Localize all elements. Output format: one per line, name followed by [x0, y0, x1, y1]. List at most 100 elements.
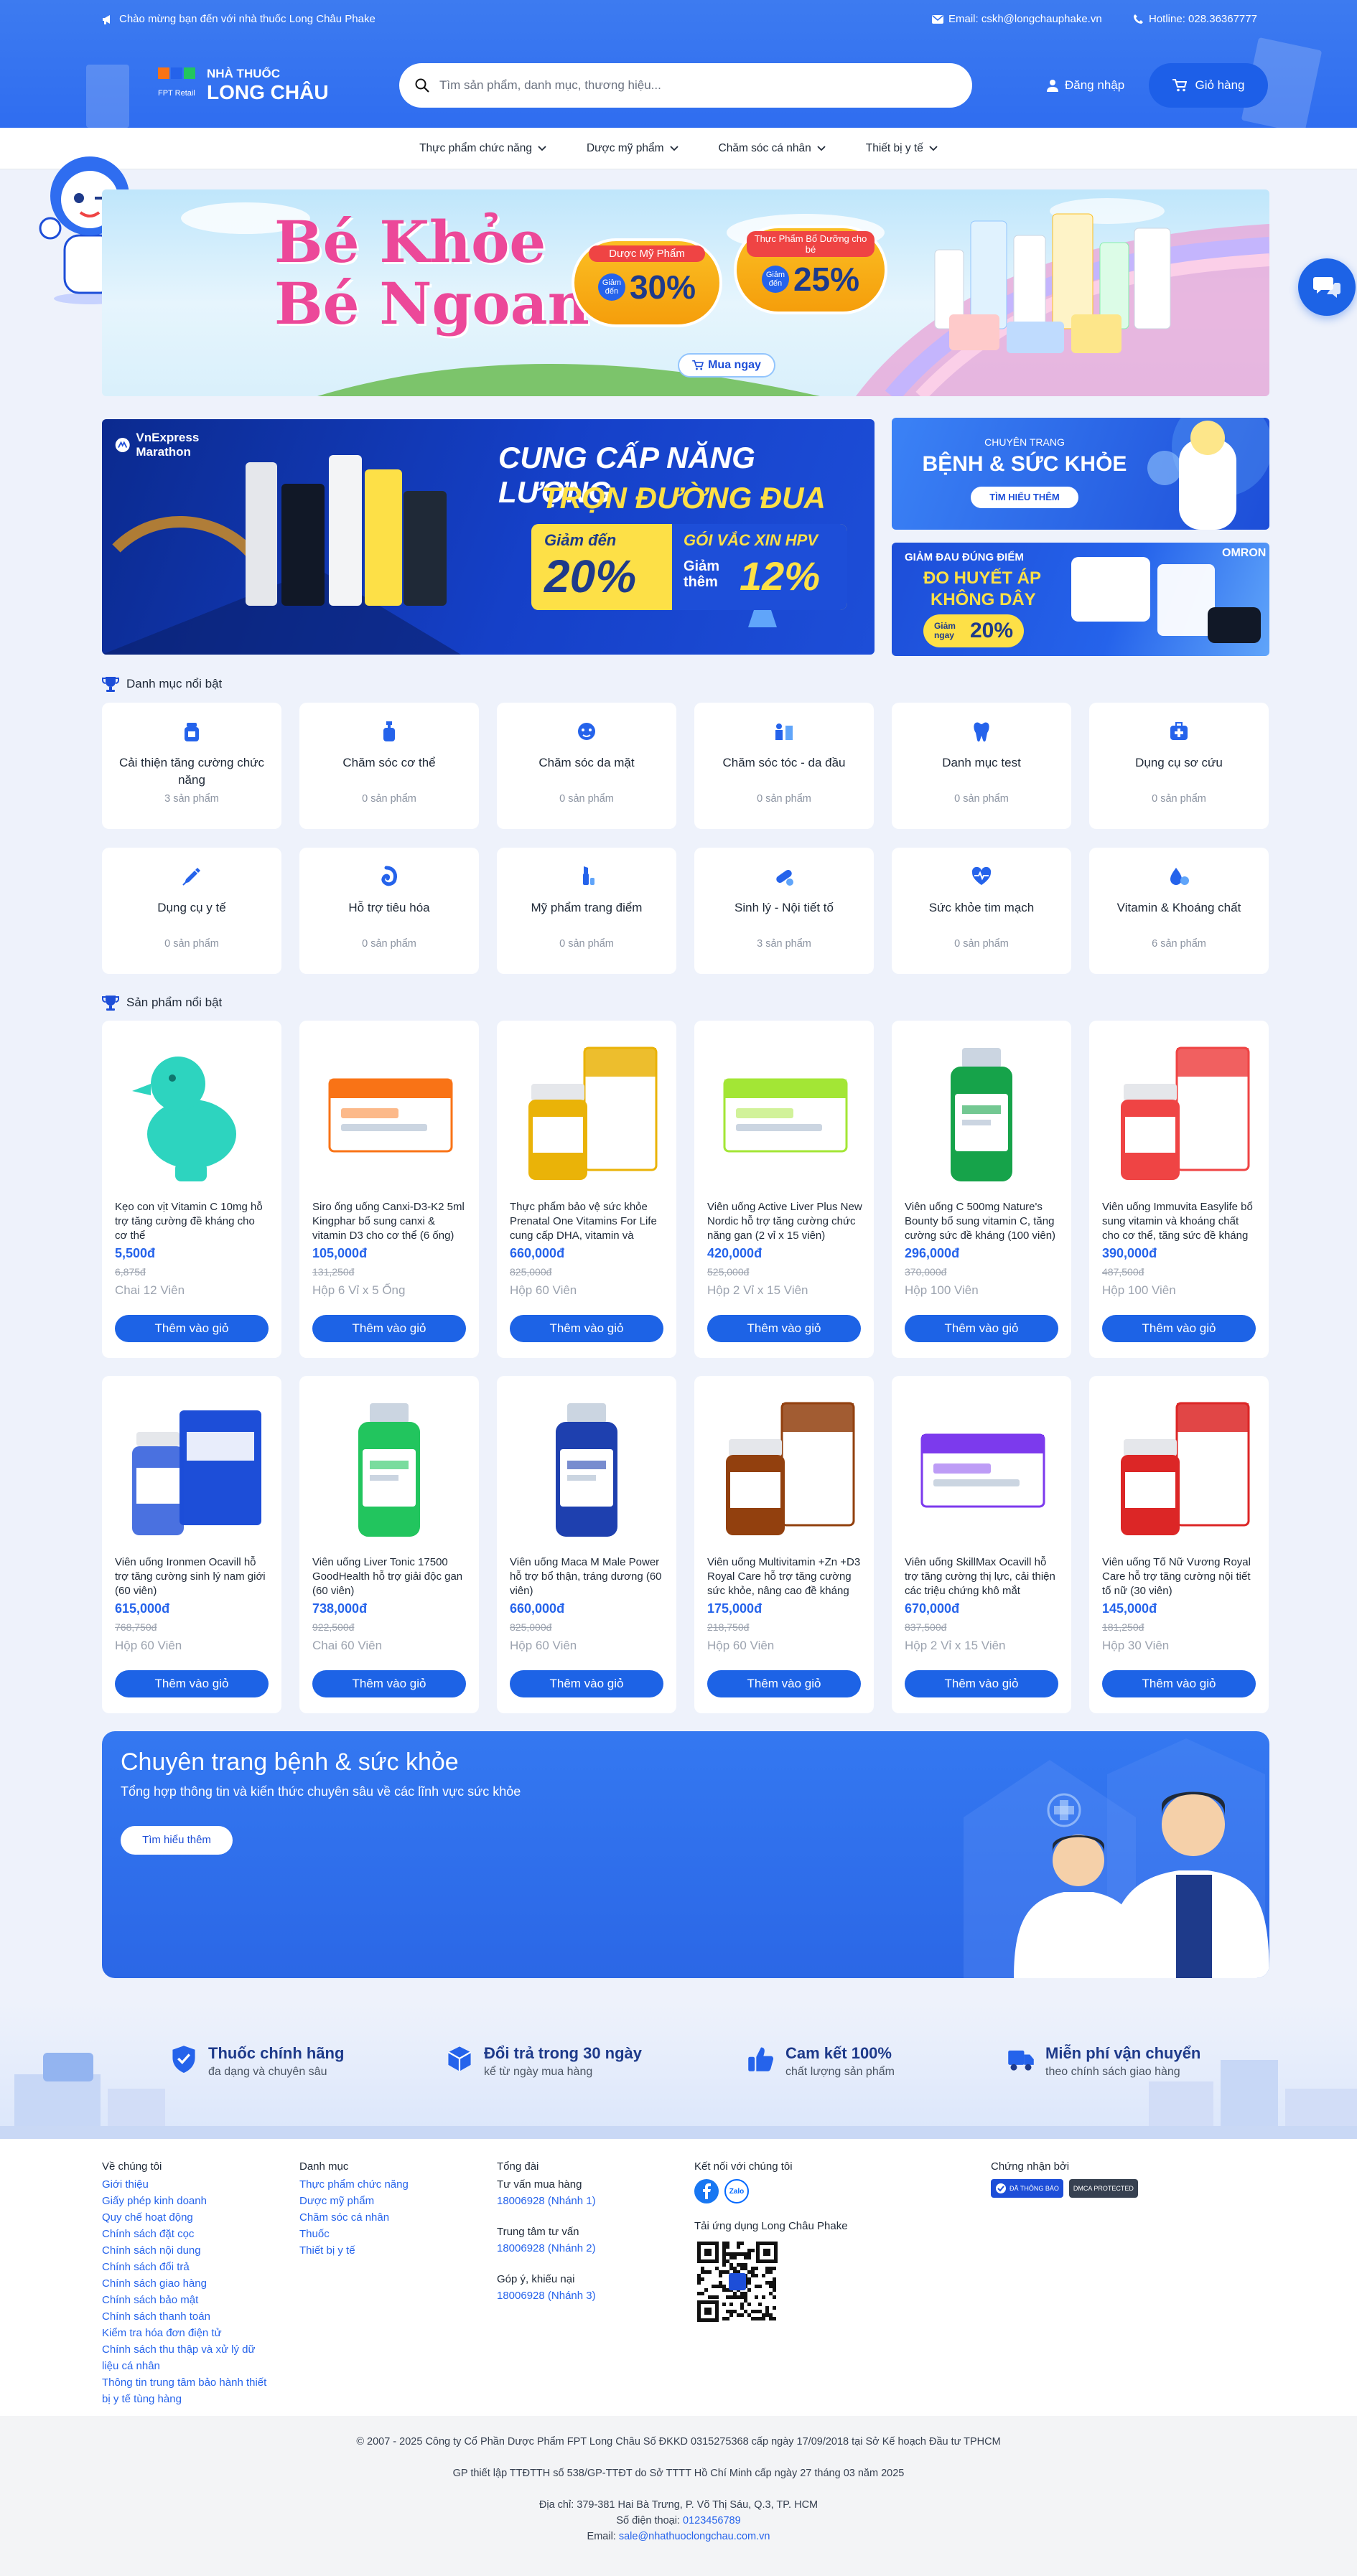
product-image[interactable]	[510, 1389, 663, 1542]
product-card[interactable]: Viên uống SkillMax Ocavill hỗ trợ tăng c…	[892, 1376, 1071, 1713]
product-image[interactable]	[115, 1389, 269, 1542]
hero-cta-button[interactable]: Mua ngay	[678, 353, 775, 378]
marathon-promo-banner[interactable]: VnExpress Marathon CUNG CẤP NĂNG LƯỢNG T…	[102, 419, 875, 655]
nav-item-medical-devices[interactable]: Thiết bị y tế	[866, 142, 938, 155]
hotline-number[interactable]: 18006928 (Nhánh 2)	[497, 2240, 655, 2257]
footer-category-link[interactable]: Thiết bị y tế	[299, 2242, 457, 2259]
product-name[interactable]: Viên uống C 500mg Nature's Bounty bổ sun…	[905, 1200, 1060, 1243]
add-to-cart-button[interactable]: Thêm vào giỏ	[510, 1670, 663, 1697]
cart-button[interactable]: Giỏ hàng	[1149, 63, 1268, 108]
phone-link[interactable]: 0123456789	[683, 2515, 741, 2526]
add-to-cart-button[interactable]: Thêm vào giỏ	[115, 1670, 269, 1697]
footer-category-link[interactable]: Dược mỹ phẩm	[299, 2193, 457, 2209]
product-name[interactable]: Viên uống Ironmen Ocavill hỗ trợ tăng cư…	[115, 1555, 270, 1598]
nav-item-supplements[interactable]: Thực phẩm chức năng	[419, 142, 546, 155]
add-to-cart-button[interactable]: Thêm vào giỏ	[905, 1315, 1058, 1342]
category-card[interactable]: Dụng cụ y tế 0 sản phẩm	[102, 848, 281, 974]
product-image[interactable]	[707, 1389, 861, 1542]
product-card[interactable]: Viên uống Multivitamin +Zn +D3 Royal Car…	[694, 1376, 874, 1713]
add-to-cart-button[interactable]: Thêm vào giỏ	[707, 1315, 861, 1342]
product-name[interactable]: Viên uống Liver Tonic 17500 GoodHealth h…	[312, 1555, 467, 1598]
product-name[interactable]: Viên uống SkillMax Ocavill hỗ trợ tăng c…	[905, 1555, 1060, 1598]
add-to-cart-button[interactable]: Thêm vào giỏ	[510, 1315, 663, 1342]
product-card[interactable]: Kẹo con vịt Vitamin C 10mg hỗ trợ tăng c…	[102, 1021, 281, 1358]
search-input[interactable]	[439, 78, 956, 93]
add-to-cart-button[interactable]: Thêm vào giỏ	[115, 1315, 269, 1342]
product-image[interactable]	[510, 1034, 663, 1187]
footer-about-link[interactable]: Chính sách giao hàng	[102, 2275, 274, 2292]
login-button[interactable]: Đăng nhập	[1047, 70, 1124, 100]
product-card[interactable]: Viên uống Active Liver Plus New Nordic h…	[694, 1021, 874, 1358]
footer-about-link[interactable]: Kiểm tra hóa đơn điện tử	[102, 2325, 274, 2341]
add-to-cart-button[interactable]: Thêm vào giỏ	[1102, 1315, 1256, 1342]
hotline[interactable]: Hotline: 028.36367777	[1149, 13, 1257, 25]
health-portal-cta[interactable]: TÌM HIỂU THÊM	[971, 487, 1078, 508]
footer-about-link[interactable]: Giới thiệu	[102, 2176, 274, 2193]
category-card[interactable]: Dụng cụ sơ cứu 0 sản phẩm	[1089, 703, 1269, 829]
product-name[interactable]: Siro ống uống Canxi-D3-K2 5ml Kingphar b…	[312, 1200, 467, 1243]
category-card[interactable]: Sinh lý - Nội tiết tố 3 sản phẩm	[694, 848, 874, 974]
product-name[interactable]: Viên uống Maca M Male Power hỗ trợ bổ th…	[510, 1555, 665, 1598]
add-to-cart-button[interactable]: Thêm vào giỏ	[1102, 1670, 1256, 1697]
add-to-cart-button[interactable]: Thêm vào giỏ	[905, 1670, 1058, 1697]
omron-promo-banner[interactable]: GIẢM ĐAU ĐÚNG ĐIỂM ĐO HUYẾT ÁP KHÔNG DÂY…	[892, 543, 1269, 656]
product-image[interactable]	[1102, 1034, 1256, 1187]
health-portal-banner[interactable]: CHUYÊN TRANG BỆNH & SỨC KHỎE TÌM HIỂU TH…	[892, 418, 1269, 530]
category-card[interactable]: Sức khỏe tim mạch 0 sản phẩm	[892, 848, 1071, 974]
footer-about-link[interactable]: Chính sách đổi trả	[102, 2259, 274, 2275]
footer-category-link[interactable]: Thực phẩm chức năng	[299, 2176, 457, 2193]
footer-about-link[interactable]: Chính sách bảo mật	[102, 2292, 274, 2308]
product-name[interactable]: Viên uống Tố Nữ Vương Royal Care hỗ trợ …	[1102, 1555, 1257, 1598]
product-image[interactable]	[905, 1034, 1058, 1187]
footer-about-link[interactable]: Quy chế hoạt động	[102, 2209, 274, 2226]
product-card[interactable]: Thực phẩm bảo vệ sức khỏe Prenatal One V…	[497, 1021, 676, 1358]
nav-item-cosmeceuticals[interactable]: Dược mỹ phẩm	[587, 142, 678, 155]
product-name[interactable]: Kẹo con vịt Vitamin C 10mg hỗ trợ tăng c…	[115, 1200, 270, 1243]
hero-banner[interactable]: Bé Khỏe Bé Ngoan Dược Mỹ Phẩm Giảm đến 3…	[102, 189, 1269, 396]
product-image[interactable]	[707, 1034, 861, 1187]
product-name[interactable]: Viên uống Active Liver Plus New Nordic h…	[707, 1200, 862, 1243]
footer-about-link[interactable]: Chính sách đặt cọc	[102, 2226, 274, 2242]
footer-about-link[interactable]: Chính sách nội dung	[102, 2242, 274, 2259]
category-card[interactable]: Danh mục test 0 sản phẩm	[892, 703, 1071, 829]
product-name[interactable]: Thực phẩm bảo vệ sức khỏe Prenatal One V…	[510, 1200, 665, 1243]
category-card[interactable]: Chăm sóc tóc - da đầu 0 sản phẩm	[694, 703, 874, 829]
email-link[interactable]: sale@nhathuoclongchau.com.vn	[619, 2531, 770, 2542]
product-card[interactable]: Viên uống Maca M Male Power hỗ trợ bổ th…	[497, 1376, 676, 1713]
nav-item-personal-care[interactable]: Chăm sóc cá nhân	[719, 142, 826, 155]
footer-about-link[interactable]: Thông tin trung tâm bảo hành thiết bị y …	[102, 2374, 274, 2407]
add-to-cart-button[interactable]: Thêm vào giỏ	[312, 1315, 466, 1342]
product-image[interactable]	[1102, 1389, 1256, 1542]
zalo-icon[interactable]: Zalo	[724, 2179, 749, 2203]
product-card[interactable]: Viên uống Tố Nữ Vương Royal Care hỗ trợ …	[1089, 1376, 1269, 1713]
product-card[interactable]: Viên uống Liver Tonic 17500 GoodHealth h…	[299, 1376, 479, 1713]
product-card[interactable]: Siro ống uống Canxi-D3-K2 5ml Kingphar b…	[299, 1021, 479, 1358]
category-card[interactable]: Mỹ phẩm trang điểm 0 sản phẩm	[497, 848, 676, 974]
category-card[interactable]: Chăm sóc da mặt 0 sản phẩm	[497, 703, 676, 829]
product-name[interactable]: Viên uống Multivitamin +Zn +D3 Royal Car…	[707, 1555, 862, 1598]
dmca-badge[interactable]: DMCA PROTECTED	[1068, 2179, 1138, 2198]
category-card[interactable]: Vitamin & Khoáng chất 6 sản phẩm	[1089, 848, 1269, 974]
qr-code-image[interactable]	[694, 2239, 780, 2325]
category-card[interactable]: Chăm sóc cơ thể 0 sản phẩm	[299, 703, 479, 829]
add-to-cart-button[interactable]: Thêm vào giỏ	[707, 1670, 861, 1697]
product-image[interactable]	[905, 1389, 1058, 1542]
health-banner-cta[interactable]: Tìm hiểu thêm	[121, 1826, 233, 1855]
search-bar[interactable]	[399, 63, 972, 108]
product-image[interactable]	[312, 1389, 466, 1542]
search-icon[interactable]	[415, 78, 429, 93]
add-to-cart-button[interactable]: Thêm vào giỏ	[312, 1670, 466, 1697]
brand-logo[interactable]: FPT Retail NHÀ THUỐC LONG CHÂU	[158, 65, 329, 105]
footer-about-link[interactable]: Chính sách thanh toán	[102, 2308, 274, 2325]
footer-category-link[interactable]: Chăm sóc cá nhân	[299, 2209, 457, 2226]
product-name[interactable]: Viên uống Immuvita Easylife bổ sung vita…	[1102, 1200, 1257, 1243]
category-card[interactable]: Cải thiện tăng cường chức năng 3 sản phẩm	[102, 703, 281, 829]
chat-button[interactable]	[1298, 258, 1356, 316]
footer-about-link[interactable]: Chính sách thu thập và xử lý dữ liệu cá …	[102, 2341, 274, 2374]
contact-email[interactable]: Email: cskh@longchauphake.vn	[948, 13, 1102, 25]
hotline-number[interactable]: 18006928 (Nhánh 3)	[497, 2287, 655, 2304]
facebook-icon[interactable]	[694, 2179, 719, 2203]
footer-category-link[interactable]: Thuốc	[299, 2226, 457, 2242]
product-image[interactable]	[312, 1034, 466, 1187]
ministry-cert-badge[interactable]: ĐÃ THÔNG BÁO	[991, 2179, 1063, 2198]
